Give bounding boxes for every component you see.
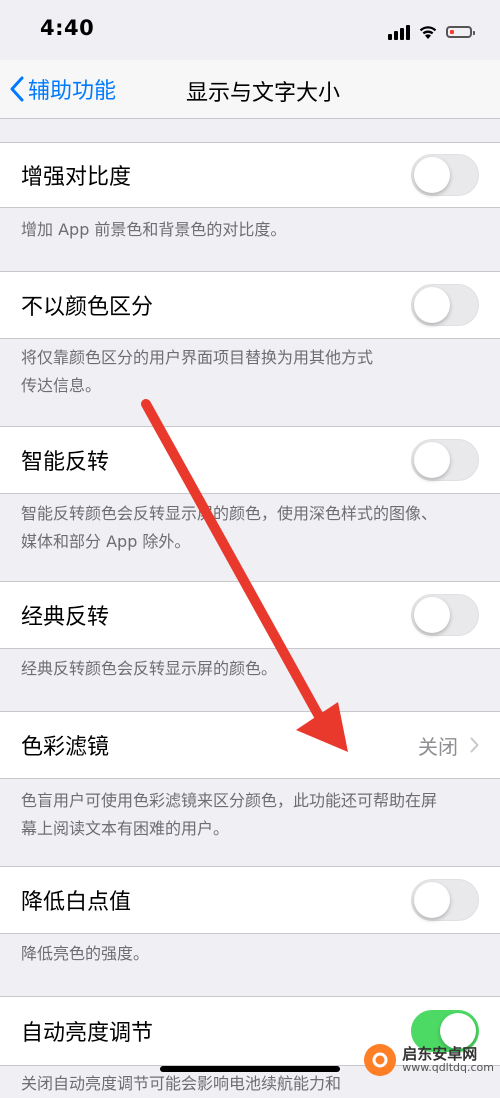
wifi-icon: [419, 26, 437, 39]
status-icons: [388, 20, 475, 44]
setting-value: 关闭: [418, 734, 458, 759]
home-indicator: [160, 1066, 340, 1072]
setting-label: 色彩滤镜: [21, 735, 110, 760]
watermark: 启东安卓网 www.qdltdq.com: [364, 1044, 494, 1076]
setting-label: 智能反转: [21, 450, 110, 475]
setting-label: 降低白点值: [21, 890, 132, 915]
reduce-white-point-toggle[interactable]: [411, 879, 479, 921]
footer-line: 智能反转颜色会反转显示屏的颜色，使用深色样式的图像、: [21, 504, 438, 523]
setting-row-increase-contrast[interactable]: 增强对比度: [0, 142, 500, 208]
page-title: 显示与文字大小: [185, 81, 340, 106]
setting-detail: 关闭: [418, 712, 479, 778]
classic-invert-toggle[interactable]: [411, 594, 479, 636]
footer-line: 媒体和部分 App 除外。: [21, 532, 191, 551]
increase-contrast-toggle[interactable]: [411, 154, 479, 196]
footer-line: 将仅靠颜色区分的用户界面项目替换为用其他方式: [21, 348, 374, 367]
watermark-name: 启东安卓网: [402, 1044, 478, 1063]
cellular-signal-icon: [388, 24, 410, 40]
smart-invert-toggle[interactable]: [411, 439, 479, 481]
setting-row-classic-invert[interactable]: 经典反转: [0, 581, 500, 649]
setting-row-differentiate-without-color[interactable]: 不以颜色区分: [0, 271, 500, 339]
setting-label: 不以颜色区分: [21, 295, 154, 320]
setting-row-smart-invert[interactable]: 智能反转: [0, 426, 500, 494]
setting-footer: 色盲用户可使用色彩滤镜来区分颜色，此功能还可帮助在屏 幕上阅读文本有困难的用户。: [21, 787, 492, 843]
setting-footer: 将仅靠颜色区分的用户界面项目替换为用其他方式 传达信息。: [21, 344, 460, 400]
chevron-right-icon: [470, 737, 479, 753]
watermark-logo-icon: [364, 1044, 397, 1076]
setting-label: 经典反转: [21, 605, 110, 630]
footer-line: 色盲用户可使用色彩滤镜来区分颜色，此功能还可帮助在屏: [21, 791, 438, 810]
footer-line: 传达信息。: [21, 376, 102, 395]
setting-row-color-filters[interactable]: 色彩滤镜 关闭: [0, 711, 500, 779]
status-bar: 4:40: [0, 0, 500, 60]
watermark-url: www.qdltdq.com: [402, 1061, 494, 1075]
setting-footer: 经典反转颜色会反转显示屏的颜色。: [21, 659, 278, 678]
differentiate-without-color-toggle[interactable]: [411, 284, 479, 326]
setting-label: 自动亮度调节: [21, 1021, 154, 1046]
battery-icon: [446, 26, 475, 38]
setting-label: 增强对比度: [21, 165, 132, 190]
footer-line: 幕上阅读文本有困难的用户。: [21, 819, 230, 838]
navigation-bar: 辅助功能 显示与文字大小: [0, 60, 500, 119]
setting-footer: 智能反转颜色会反转显示屏的颜色，使用深色样式的图像、 媒体和部分 App 除外。: [21, 500, 492, 556]
setting-footer: 降低亮色的强度。: [21, 944, 150, 963]
setting-row-reduce-white-point[interactable]: 降低白点值: [0, 866, 500, 934]
status-time: 4:40: [40, 16, 95, 40]
setting-footer: 增加 App 前景色和背景色的对比度。: [21, 220, 287, 239]
